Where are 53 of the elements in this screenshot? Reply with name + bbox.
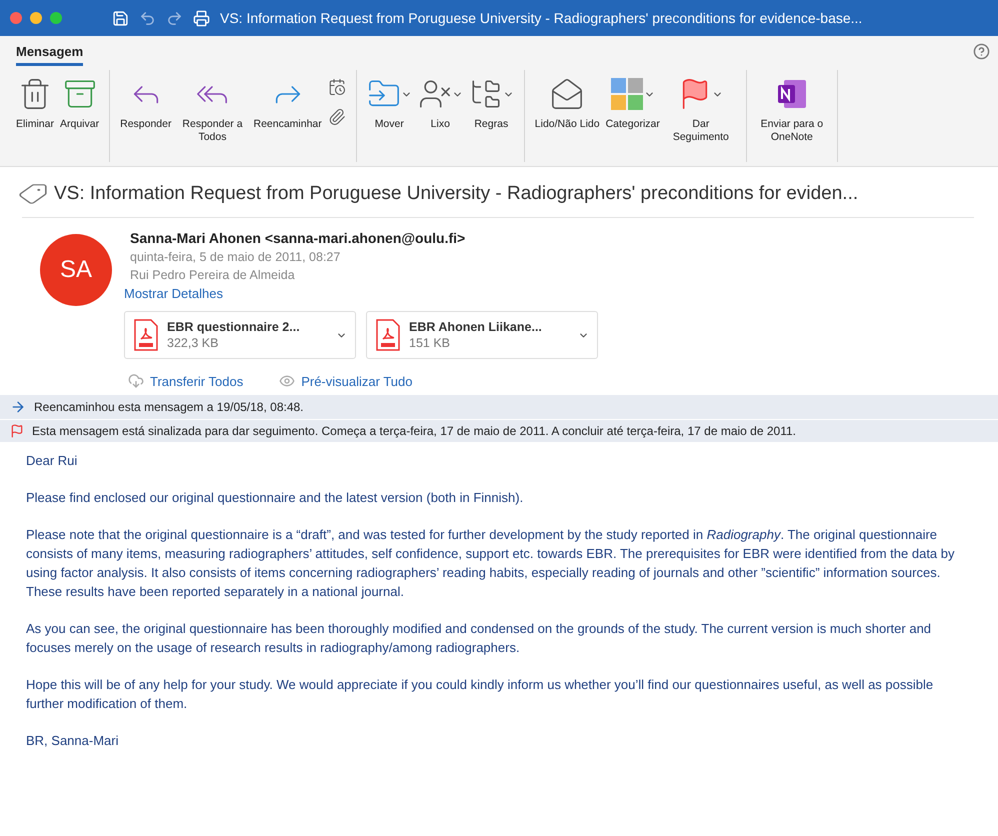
undo-icon[interactable] [139,10,156,26]
body-paragraph: Please note that the original questionnaire is a “draft”, and was tested for further development by the study reported in Radiography. The original questionnaire consists of many items, measuring radiographers’ attitudes, self confidence, support etc. towards EBR. The prerequisites for EBR were identified from the data by using factor analysis. It also consists of items concerning radiographers’ reading habits, especially reading of journals and other ”scientific” information sources. These results have been reported separately in a national journal. [26,526,956,601]
ribbon-button[interactable]: Categorizar [604,70,662,131]
open-envelope-icon [550,77,584,111]
ribbon-button[interactable]: Arquivar [58,70,102,131]
attachment-name: EBR questionnaire 2... [167,320,301,334]
help-icon[interactable] [973,42,990,60]
ribbon-button[interactable]: Responder [118,70,174,131]
body-paragraph: Dear Rui [26,452,78,470]
info-text: Reencaminhou esta mensagem a 19/05/18, 08:48. [34,400,304,414]
calendar-icon [328,78,346,96]
ribbon-button[interactable]: Mover [364,70,414,131]
category-grid-icon [610,77,644,111]
ribbon-button[interactable]: Eliminar [14,70,56,131]
minimize-button[interactable] [30,12,42,24]
sent-date: quinta-feira, 5 de maio de 2011, 08:27 [130,250,342,264]
paperclip-icon [328,108,346,126]
sender-avatar: SA [40,234,112,306]
zoom-button[interactable] [50,12,62,24]
ribbon-button[interactable]: Reencaminhar [251,70,324,131]
eye-icon [279,373,296,389]
attachment-size: 151 KB [409,336,452,350]
show-details-link[interactable]: Mostrar Detalhes [124,286,598,301]
ribbon-button[interactable]: Lixo [416,70,465,131]
print-icon[interactable] [193,10,210,26]
ribbon-button[interactable]: Dar Seguimento [664,70,738,144]
ribbon-button[interactable]: Responder a Todos [175,70,250,144]
tag-icon [18,183,48,205]
info-text: Esta mensagem está sinalizada para dar seguimento. Começa a terça-feira, 17 de maio de 2011. A concluir até terça-feira, 17 de maio de 2011. [32,424,796,438]
attachment[interactable]: EBR questionnaire 2... 322,3 KB [124,311,356,359]
window-title: VS: Information Request from Poruguese University - Radiographers' preconditions for evidence-base... [220,10,862,26]
body-paragraph: As you can see, the original questionnaire has been thoroughly modified and condensed on the grounds of the study. The current version is much shorter and focuses merely on the usage of research results in radiography/among radiographers. [26,620,932,657]
message-subject: VS: Information Request from Poruguese University - Radiographers' preconditions for eviden... [54,183,858,205]
ribbon-button[interactable]: Enviar para o OneNote [754,70,829,144]
flag-icon [10,424,24,438]
sender-name: Sanna-Mari Ahonen <sanna-mari.ahonen@oulu.fi> [130,230,466,246]
pdf-icon [375,319,401,351]
redo-icon[interactable] [166,10,183,26]
attachment-action-link[interactable]: Pré-visualizar Tudo [279,373,412,389]
attachment-size: 322,3 KB [167,336,220,350]
body-paragraph: Hope this will be of any help for your study. We would appreciate if you could kindly inform us whether you’ll find our questionnaires useful, as well as possible further modification of them. [26,676,934,713]
onenote-icon [776,78,808,110]
body-paragraph: Please find enclosed our original questionnaire and the latest version (both in Finnish). [26,489,524,507]
recipient: Rui Pedro Pereira de Almeida [130,268,296,282]
pdf-icon [133,319,159,351]
attachment-action-link[interactable]: Transferir Todos [128,373,244,389]
attachment[interactable]: EBR Ahonen Liikane... 151 KB [366,311,598,359]
save-icon[interactable] [112,10,129,26]
body-paragraph: BR, Sanna-Mari [26,732,120,750]
attachment-name: EBR Ahonen Liikane... [409,320,543,334]
ribbon-button[interactable]: Regras [466,70,516,131]
cloud-download-icon [128,373,144,389]
ribbon-button[interactable]: Lido/Não Lido [532,70,602,131]
